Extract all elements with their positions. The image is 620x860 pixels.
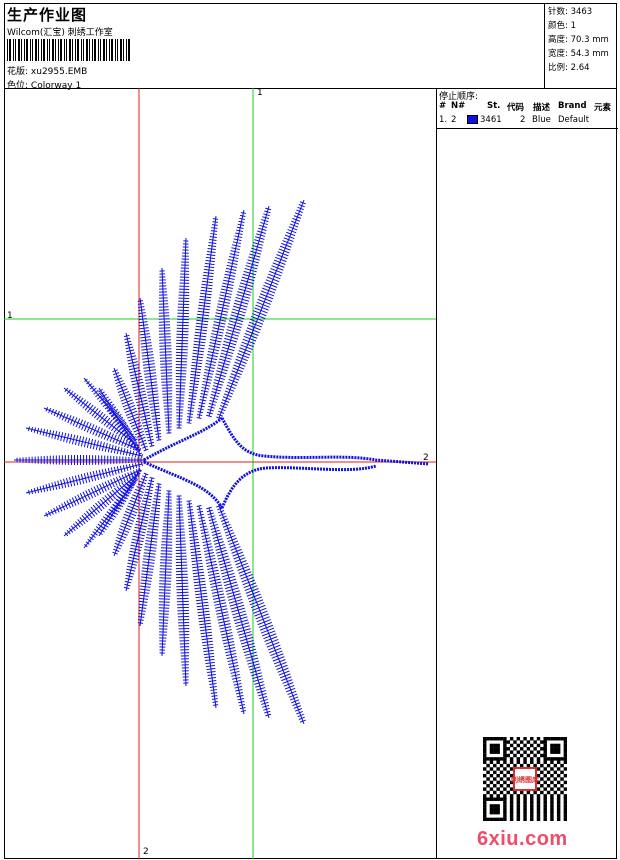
studio-name: Wilcom(汇宝) 刺绣工作室 (7, 28, 113, 38)
col-index: # (439, 101, 447, 111)
design-label: 花版: (7, 67, 29, 77)
thread-swatch-icon (467, 115, 478, 126)
stop-sequence-divider (437, 128, 618, 129)
row-needle: 2 (451, 115, 457, 125)
row-stitches: 3461 (480, 115, 502, 125)
stamp-text: 刺绣图库 (510, 775, 539, 784)
design-stats: 针数: 3463 颜色: 1 高度: 70.3 mm 宽度: 54.3 mm 比… (544, 3, 617, 88)
col-element: 元素 (594, 103, 612, 113)
row-brand: Default (558, 115, 590, 125)
qr-code: 刺绣图库 (483, 737, 567, 821)
stat-height: 高度: 70.3 mm (548, 35, 609, 45)
col-brand: Brand (558, 101, 587, 111)
design-filename: 花版: xu2955.EMB (7, 64, 87, 77)
sheet-title: 生产作业图 (7, 6, 88, 24)
stop-sequence-header: # N# St. 代码 描述 Brand 元素 (437, 101, 618, 113)
row-code: 2 (520, 115, 526, 125)
stat-scale: 比例: 2.64 (548, 63, 590, 73)
watermark-logo: 6xiu.com (477, 828, 568, 850)
col-code: 代码 (507, 103, 525, 113)
embroidery-canvas (4, 88, 436, 859)
col-needle: N# (451, 101, 466, 111)
guide-label-bottom: 2 (143, 847, 149, 857)
row-description: Blue (532, 115, 551, 125)
row-index: 1. (439, 115, 448, 125)
stat-stitches: 针数: 3463 (548, 7, 593, 17)
col-stitches: St. (487, 101, 501, 111)
guide-label-left: 1 (7, 311, 13, 321)
stat-colors: 颜色: 1 (548, 21, 576, 31)
col-description: 描述 (533, 103, 551, 113)
guide-label-right: 2 (423, 453, 429, 463)
stop-sequence-row: 1. 2 3461 2 Blue Default (437, 115, 618, 127)
stop-sequence-panel: 停止顺序: # N# St. 代码 描述 Brand 元素 1. 2 3461 … (436, 88, 618, 859)
stat-width: 宽度: 54.3 mm (548, 49, 609, 59)
design-value: xu2955.EMB (30, 67, 88, 77)
barcode (7, 39, 130, 61)
sheet-header: 生产作业图 Wilcom(汇宝) 刺绣工作室 花版: xu2955.EMB 色位… (4, 3, 544, 91)
guide-label-top: 1 (257, 88, 263, 98)
